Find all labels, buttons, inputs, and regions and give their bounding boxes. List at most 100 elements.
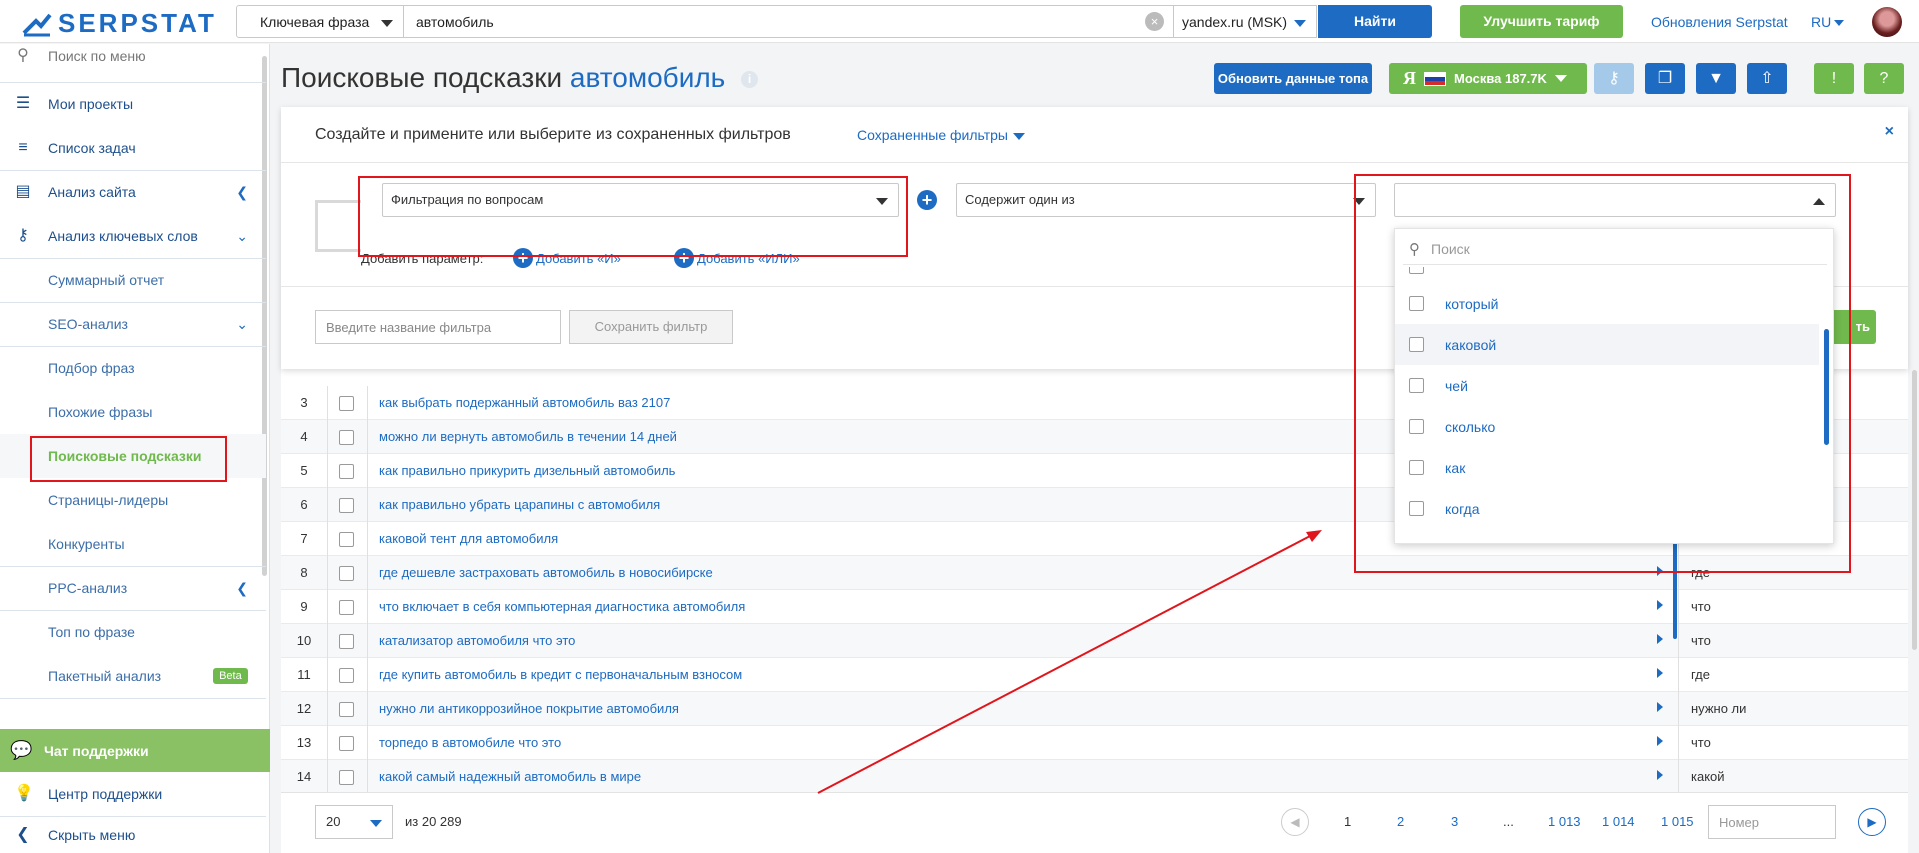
- sidebar-item-top-pages[interactable]: Страницы-лидеры: [0, 478, 266, 522]
- phrase-link[interactable]: каковой тент для автомобиля: [379, 531, 558, 546]
- hide-menu-button[interactable]: ❮ Скрыть меню: [0, 816, 266, 853]
- yandex-icon: Я: [1403, 68, 1416, 88]
- row-checkbox[interactable]: [339, 702, 354, 717]
- row-checkbox[interactable]: [339, 532, 354, 547]
- sidebar-item-summary[interactable]: Суммарный отчет: [0, 258, 266, 302]
- sidebar-item-help-center[interactable]: 💡 Центр поддержки: [0, 772, 266, 816]
- column-divider: [367, 420, 368, 454]
- database-select[interactable]: yandex.ru (MSK): [1174, 5, 1317, 38]
- phrase-link[interactable]: катализатор автомобиля что это: [379, 633, 575, 648]
- filter-condition-select[interactable]: Содержит один из: [956, 183, 1376, 217]
- page-title-text: Поисковые подсказки: [281, 62, 563, 93]
- sidebar-item-keyword-analysis[interactable]: ⚷ Анализ ключевых слов ⌄: [0, 214, 266, 258]
- column-divider: [1678, 726, 1679, 760]
- page-link[interactable]: 1 015: [1661, 814, 1694, 829]
- avatar[interactable]: [1872, 7, 1902, 37]
- sidebar-item-projects[interactable]: ☰ Мои проекты: [0, 82, 266, 126]
- row-checkbox[interactable]: [339, 634, 354, 649]
- logo-mark-icon: [22, 13, 52, 36]
- sidebar-item-phrase-selection[interactable]: Подбор фраз: [0, 346, 266, 390]
- sidebar-item-label: Конкуренты: [48, 536, 125, 552]
- row-checkbox[interactable]: [339, 498, 354, 513]
- add-condition-icon[interactable]: +: [917, 190, 937, 210]
- filter-group-bracket: [315, 200, 361, 252]
- phrase-link[interactable]: что включает в себя компьютерная диагнос…: [379, 599, 745, 614]
- phrase-link[interactable]: как правильно прикурить дизельный автомо…: [379, 463, 675, 478]
- row-checkbox[interactable]: [339, 566, 354, 581]
- expand-arrow-icon[interactable]: [1657, 736, 1663, 746]
- keyword-search-input[interactable]: автомобиль: [404, 5, 1174, 38]
- phrase-link[interactable]: какой самый надежный автомобиль в мире: [379, 769, 641, 784]
- page-number-input[interactable]: Номер: [1708, 805, 1836, 839]
- find-button[interactable]: Найти: [1318, 5, 1432, 38]
- phrase-link[interactable]: как правильно убрать царапины с автомоби…: [379, 497, 660, 512]
- page-link[interactable]: 2: [1397, 814, 1404, 829]
- database-label: yandex.ru (MSK): [1182, 14, 1288, 30]
- row-checkbox[interactable]: [339, 600, 354, 615]
- sidebar-item-ppc-analysis[interactable]: PPC-анализ ❮: [0, 566, 266, 610]
- expand-arrow-icon[interactable]: [1657, 702, 1663, 712]
- language-select[interactable]: RU: [1811, 14, 1845, 30]
- column-divider: [327, 658, 328, 692]
- search-type-label: Ключевая фраза: [260, 14, 370, 30]
- phrase-link[interactable]: нужно ли антикоррозийное покрытие автомо…: [379, 701, 679, 716]
- support-chat-button[interactable]: 💬 Чат поддержки: [0, 729, 270, 772]
- updates-link[interactable]: Обновления Serpstat: [1651, 14, 1788, 30]
- prev-page-button[interactable]: ◀: [1281, 808, 1309, 836]
- filter-name-input[interactable]: Введите название фильтра: [315, 310, 561, 344]
- phrase-link[interactable]: торпедо в автомобиле что это: [379, 735, 561, 750]
- row-checkbox[interactable]: [339, 430, 354, 445]
- page-scrollbar[interactable]: [1912, 370, 1917, 650]
- sidebar-item-tasks[interactable]: ≡ Список задач: [0, 126, 266, 170]
- phrase-link[interactable]: можно ли вернуть автомобиль в течении 14…: [379, 429, 677, 444]
- saved-filters-dropdown[interactable]: Сохраненные фильтры: [857, 127, 1025, 143]
- row-checkbox[interactable]: [339, 736, 354, 751]
- copy-button[interactable]: ❐: [1645, 63, 1685, 94]
- next-page-button[interactable]: ▶: [1858, 808, 1886, 836]
- sidebar-item-seo-analysis[interactable]: SEO-анализ ⌄: [0, 302, 266, 346]
- per-page-select[interactable]: 20: [315, 805, 393, 839]
- page-link-current[interactable]: 1: [1344, 814, 1351, 829]
- close-icon[interactable]: ×: [1885, 123, 1894, 141]
- row-checkbox[interactable]: [339, 770, 354, 785]
- upgrade-plan-button[interactable]: Улучшить тариф: [1460, 5, 1623, 38]
- page-link[interactable]: 3: [1451, 814, 1458, 829]
- row-number: 12: [296, 701, 312, 716]
- clear-icon[interactable]: ×: [1145, 12, 1164, 31]
- sidebar-item-site-analysis[interactable]: ▤ Анализ сайта ❮: [0, 170, 266, 214]
- row-number: 9: [300, 599, 308, 614]
- table-row: 12 нужно ли антикоррозийное покрытие авто…: [281, 692, 1908, 726]
- search-type-select[interactable]: Ключевая фраза: [236, 5, 404, 38]
- expand-arrow-icon[interactable]: [1657, 600, 1663, 610]
- feedback-button[interactable]: !: [1814, 63, 1854, 94]
- sidebar-item-label: Анализ сайта: [48, 184, 136, 200]
- sidebar-item-competitors[interactable]: Конкуренты: [0, 522, 266, 566]
- sidebar-item-similar-phrases[interactable]: Похожие фразы: [0, 390, 266, 434]
- page-link[interactable]: 1 013: [1548, 814, 1581, 829]
- export-button[interactable]: ⇧: [1747, 63, 1787, 94]
- filter-button[interactable]: ▼: [1696, 63, 1736, 94]
- save-filter-button[interactable]: Сохранить фильтр: [569, 310, 733, 344]
- sidebar-item-top-by-phrase[interactable]: Топ по фразе: [0, 610, 266, 654]
- row-checkbox[interactable]: [339, 464, 354, 479]
- expand-arrow-icon[interactable]: [1657, 668, 1663, 678]
- key-toolbar-button[interactable]: ⚷: [1594, 63, 1634, 94]
- sidebar-item-label: Пакетный анализ: [48, 668, 162, 684]
- column-divider: [327, 454, 328, 488]
- info-icon[interactable]: i: [741, 71, 759, 89]
- expand-arrow-icon[interactable]: [1657, 770, 1663, 780]
- sidebar-item-label: Мои проекты: [48, 96, 134, 112]
- help-button[interactable]: ?: [1864, 63, 1904, 94]
- phrase-link[interactable]: где купить автомобиль в кредит с первона…: [379, 667, 742, 682]
- row-checkbox[interactable]: [339, 396, 354, 411]
- region-select[interactable]: Я Москва 187.7K: [1389, 63, 1587, 94]
- row-checkbox[interactable]: [339, 668, 354, 683]
- phrase-link[interactable]: где дешевле застраховать автомобиль в но…: [379, 565, 713, 580]
- phrase-link[interactable]: как выбрать подержанный автомобиль ваз 2…: [379, 395, 670, 410]
- serpstat-logo[interactable]: SERPSTAT: [22, 8, 217, 39]
- expand-arrow-icon[interactable]: [1657, 634, 1663, 644]
- refresh-top-button[interactable]: Обновить данные топа: [1214, 63, 1372, 94]
- sidebar-item-batch-analysis[interactable]: Пакетный анализ Beta: [0, 654, 266, 698]
- page-link[interactable]: 1 014: [1602, 814, 1635, 829]
- sidebar-search[interactable]: ⚲ Поиск по меню: [0, 44, 266, 68]
